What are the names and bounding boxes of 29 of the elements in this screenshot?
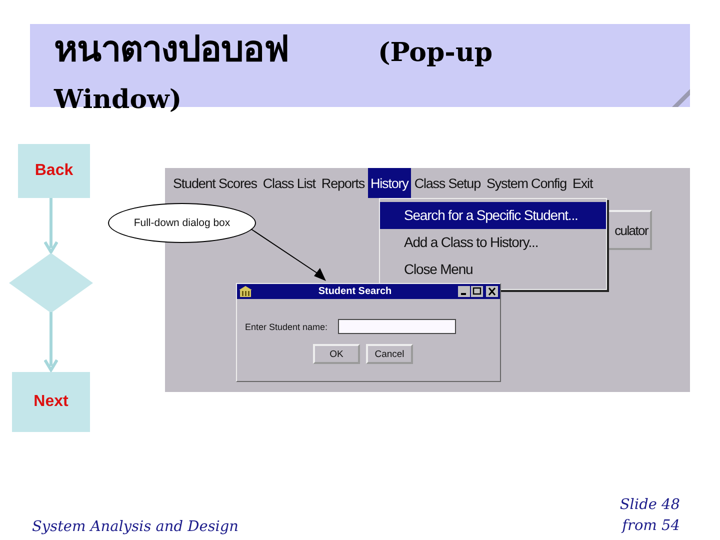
- minimize-icon[interactable]: [458, 286, 470, 297]
- menu-item[interactable]: Class Setup: [411, 168, 484, 198]
- course-name: System Analysis and Design: [32, 519, 239, 535]
- menu-item[interactable]: History: [368, 168, 412, 198]
- slide-title: หนาตางปอบอฟ (Pop-up Window): [54, 28, 494, 117]
- page-fold-icon: [672, 89, 690, 107]
- input-field[interactable]: [338, 319, 456, 334]
- dialog-button[interactable]: OK: [313, 344, 360, 364]
- dialog-button[interactable]: Cancel: [366, 344, 413, 364]
- callout-bubble: Full-down dialog box: [108, 203, 256, 243]
- menu-item[interactable]: Exit: [569, 168, 596, 198]
- app-button[interactable]: culator: [608, 210, 652, 250]
- maximize-icon[interactable]: [471, 286, 483, 297]
- flowchart-box[interactable]: Back: [18, 144, 90, 198]
- menu-item[interactable]: Search for a Specific Student...: [380, 202, 606, 229]
- close-icon[interactable]: [486, 286, 498, 297]
- slide-number: Slide 48 from 54: [618, 496, 680, 536]
- menu-item[interactable]: Close Menu: [380, 256, 606, 283]
- flowchart-box[interactable]: Next: [12, 372, 90, 432]
- menu-item[interactable]: System Config: [484, 168, 570, 198]
- flow-arrow: [44, 312, 58, 372]
- menu-item[interactable]: Student Scores: [170, 168, 260, 198]
- field-label: Enter Student name:: [245, 322, 328, 332]
- dialog-title: Student Search: [317, 286, 393, 297]
- menu-item[interactable]: Class List: [260, 168, 318, 198]
- menu-item[interactable]: Add a Class to History...: [380, 229, 606, 256]
- building-icon: [239, 286, 252, 297]
- flow-arrow: [44, 198, 58, 254]
- menu-item[interactable]: Reports: [318, 168, 368, 198]
